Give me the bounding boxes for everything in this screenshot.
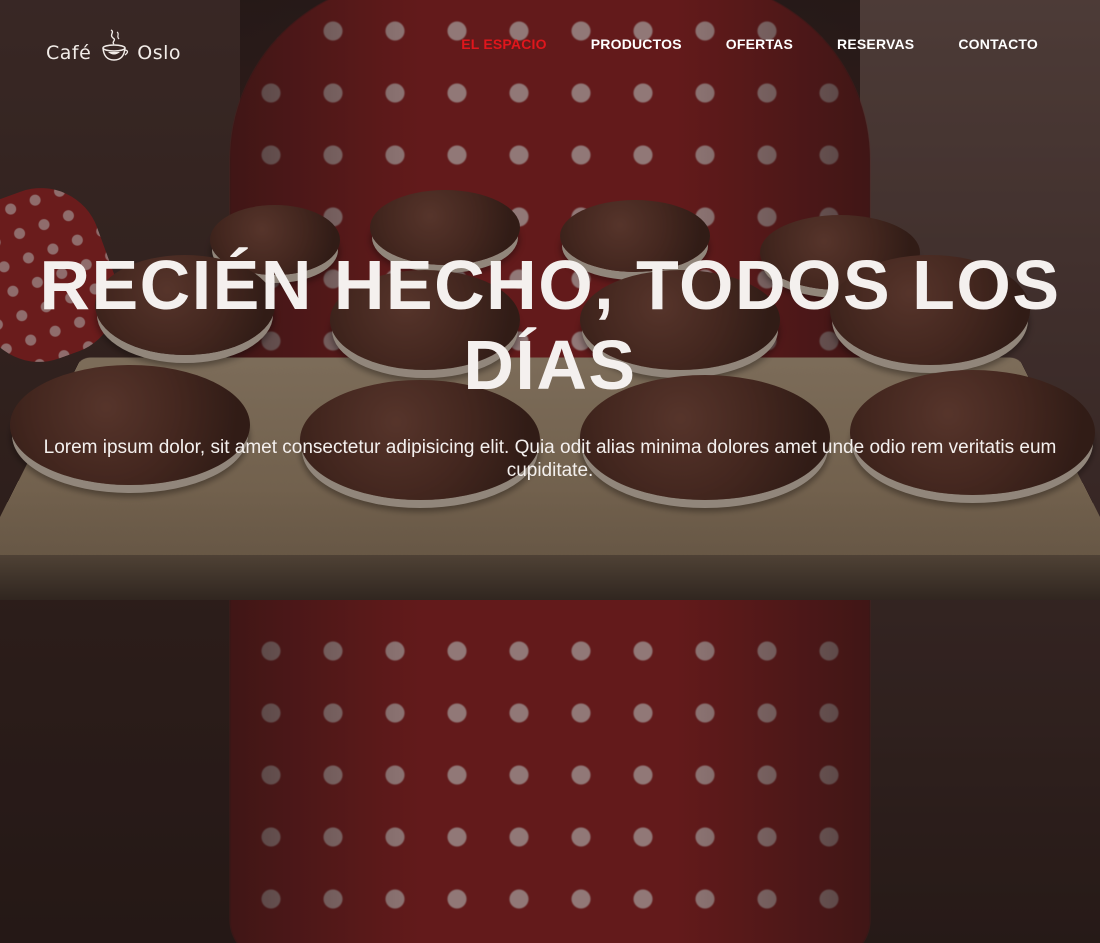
main-navigation: EL ESPACIO PRODUCTOS OFERTAS RESERVAS CO… (417, 36, 1038, 56)
brand-name-right: Oslo (137, 42, 181, 64)
nav-item-productos[interactable]: PRODUCTOS (591, 36, 682, 56)
nav-item-ofertas[interactable]: OFERTAS (726, 36, 793, 56)
coffee-cup-icon (99, 28, 129, 64)
nav-item-el-espacio[interactable]: EL ESPACIO (461, 36, 547, 56)
hero-title: RECIÉN HECHO, TODOS LOS DÍAS (0, 245, 1100, 405)
nav-item-contacto[interactable]: CONTACTO (958, 36, 1038, 56)
brand-name-left: Café (46, 42, 91, 64)
cafe-oslo-logo[interactable]: Café Oslo (46, 24, 181, 64)
hero-subtitle: Lorem ipsum dolor, sit amet consectetur … (30, 436, 1070, 482)
nav-item-reservas[interactable]: RESERVAS (837, 36, 914, 56)
